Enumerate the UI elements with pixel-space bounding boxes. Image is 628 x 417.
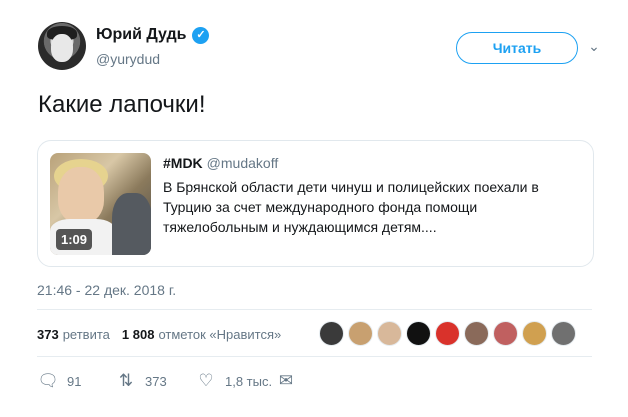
- liker-avatar[interactable]: [493, 321, 518, 346]
- video-thumbnail[interactable]: 1:09: [50, 153, 151, 255]
- divider: [37, 356, 592, 357]
- divider: [37, 309, 592, 310]
- video-duration-badge: 1:09: [56, 229, 93, 250]
- direct-message-action[interactable]: ✉: [275, 371, 297, 391]
- tweet-actions: 🗨 91 ⇅ 373 ♡ 1,8 тыс. ✉: [37, 370, 297, 392]
- tweet-timestamp[interactable]: 21:46 - 22 дек. 2018 г.: [37, 282, 176, 298]
- envelope-icon[interactable]: ✉: [275, 371, 297, 391]
- card-text: В Брянской области дети чинуш и полицейс…: [163, 179, 539, 235]
- author-name-row[interactable]: Юрий Дудь ✓: [96, 26, 210, 44]
- heart-icon[interactable]: ♡: [195, 371, 217, 391]
- liker-avatar[interactable]: [377, 321, 402, 346]
- like-action[interactable]: ♡ 1,8 тыс.: [195, 371, 275, 391]
- liker-avatar[interactable]: [435, 321, 460, 346]
- liker-avatar[interactable]: [348, 321, 373, 346]
- retweet-icon[interactable]: ⇅: [115, 371, 137, 391]
- liker-avatar[interactable]: [522, 321, 547, 346]
- thumbnail-figure-man: [112, 193, 151, 255]
- chevron-down-icon[interactable]: ⌄: [584, 36, 604, 56]
- liker-avatars[interactable]: [319, 321, 576, 346]
- liker-avatar[interactable]: [406, 321, 431, 346]
- card-author-handle: @mudakoff: [206, 155, 279, 171]
- likes-count[interactable]: 1 808: [122, 327, 155, 342]
- retweet-action[interactable]: ⇅ 373: [115, 371, 195, 391]
- retweets-label[interactable]: ретвита: [63, 327, 110, 342]
- reply-action[interactable]: 🗨 91: [37, 371, 115, 391]
- author-display-name[interactable]: Юрий Дудь: [96, 26, 186, 44]
- liker-avatar[interactable]: [551, 321, 576, 346]
- tweet-stats: 373 ретвита 1 808 отметок «Нравится»: [37, 322, 293, 346]
- avatar-face: [51, 34, 73, 62]
- reply-count: 91: [67, 373, 82, 389]
- like-count: 1,8 тыс.: [225, 373, 273, 389]
- liker-avatar[interactable]: [464, 321, 489, 346]
- verified-badge-icon: ✓: [192, 26, 210, 44]
- liker-avatar[interactable]: [319, 321, 344, 346]
- tweet-header: Юрий Дудь ✓ @yurydud Читать ⌄: [38, 20, 604, 76]
- quoted-tweet-card[interactable]: 1:09 #MDK @mudakoff В Брянской области де…: [37, 140, 594, 267]
- thumbnail-figure-face: [58, 167, 104, 223]
- author-avatar[interactable]: [38, 22, 86, 70]
- reply-icon[interactable]: 🗨: [37, 371, 59, 391]
- author-handle[interactable]: @yurydud: [96, 51, 160, 67]
- retweet-count: 373: [145, 373, 167, 389]
- card-author-name: #MDK: [163, 155, 203, 171]
- retweets-count[interactable]: 373: [37, 327, 59, 342]
- likes-label[interactable]: отметок «Нравится»: [158, 327, 281, 342]
- card-header: #MDK @mudakoff: [163, 155, 278, 171]
- tweet-text: Какие лапочки!: [38, 91, 206, 118]
- follow-button[interactable]: Читать: [456, 32, 578, 64]
